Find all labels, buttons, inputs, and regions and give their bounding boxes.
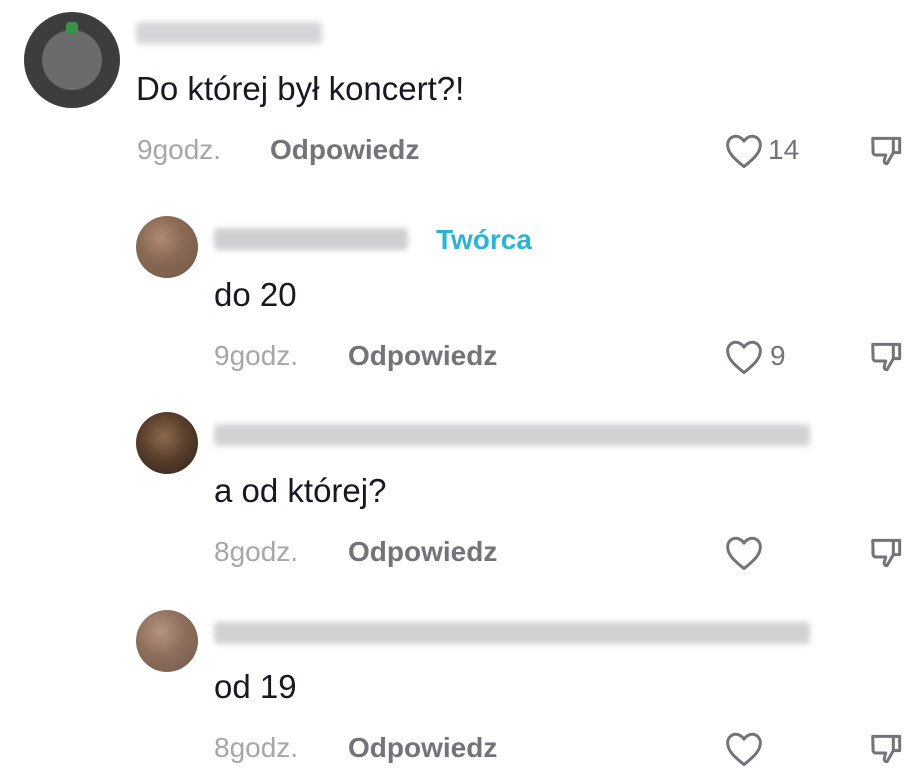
comment-text: a od której? <box>214 472 387 509</box>
username-blurred[interactable] <box>214 424 810 446</box>
comment-time: 8godz. <box>214 536 299 567</box>
avatar[interactable] <box>136 412 198 474</box>
thumbs-down-icon[interactable] <box>868 338 906 376</box>
comment-time: 9godz. <box>214 340 299 371</box>
comment-time: 8godz. <box>214 732 299 763</box>
avatar[interactable] <box>136 610 198 672</box>
heart-outline-icon[interactable] <box>724 731 764 767</box>
reply-button[interactable]: Odpowiedz <box>348 536 497 568</box>
reply-button[interactable]: Odpowiedz <box>270 134 419 166</box>
like-count: 14 <box>768 134 800 165</box>
reply-item: a od której? 8godz. Odpowiedz <box>0 398 916 588</box>
thumbs-down-icon[interactable] <box>868 132 906 170</box>
reply-item: od 19 8godz. Odpowiedz <box>0 596 916 767</box>
thumbs-down-icon[interactable] <box>868 534 906 572</box>
reply-button[interactable]: Odpowiedz <box>348 340 497 372</box>
reply-button[interactable]: Odpowiedz <box>348 732 497 764</box>
heart-outline-icon[interactable] <box>724 535 764 571</box>
username-blurred[interactable] <box>214 622 810 644</box>
comment-item: Do której był koncert?! 9godz. Odpowiedz… <box>0 0 916 190</box>
thumbs-down-icon[interactable] <box>868 730 906 768</box>
like-count: 9 <box>770 340 786 371</box>
heart-outline-icon[interactable] <box>724 339 764 375</box>
comment-text: Do której był koncert?! <box>136 70 465 107</box>
comment-time: 9godz. <box>137 134 222 165</box>
creator-badge: Twórca <box>436 224 532 255</box>
comment-text: do 20 <box>214 276 297 313</box>
avatar[interactable] <box>24 12 120 108</box>
heart-outline-icon[interactable] <box>724 133 764 169</box>
username-blurred[interactable] <box>214 228 408 250</box>
reply-item: Twórca do 20 9godz. Odpowiedz 9 <box>0 200 916 390</box>
comment-text: od 19 <box>214 668 297 705</box>
avatar[interactable] <box>136 216 198 278</box>
username-blurred[interactable] <box>136 22 322 44</box>
